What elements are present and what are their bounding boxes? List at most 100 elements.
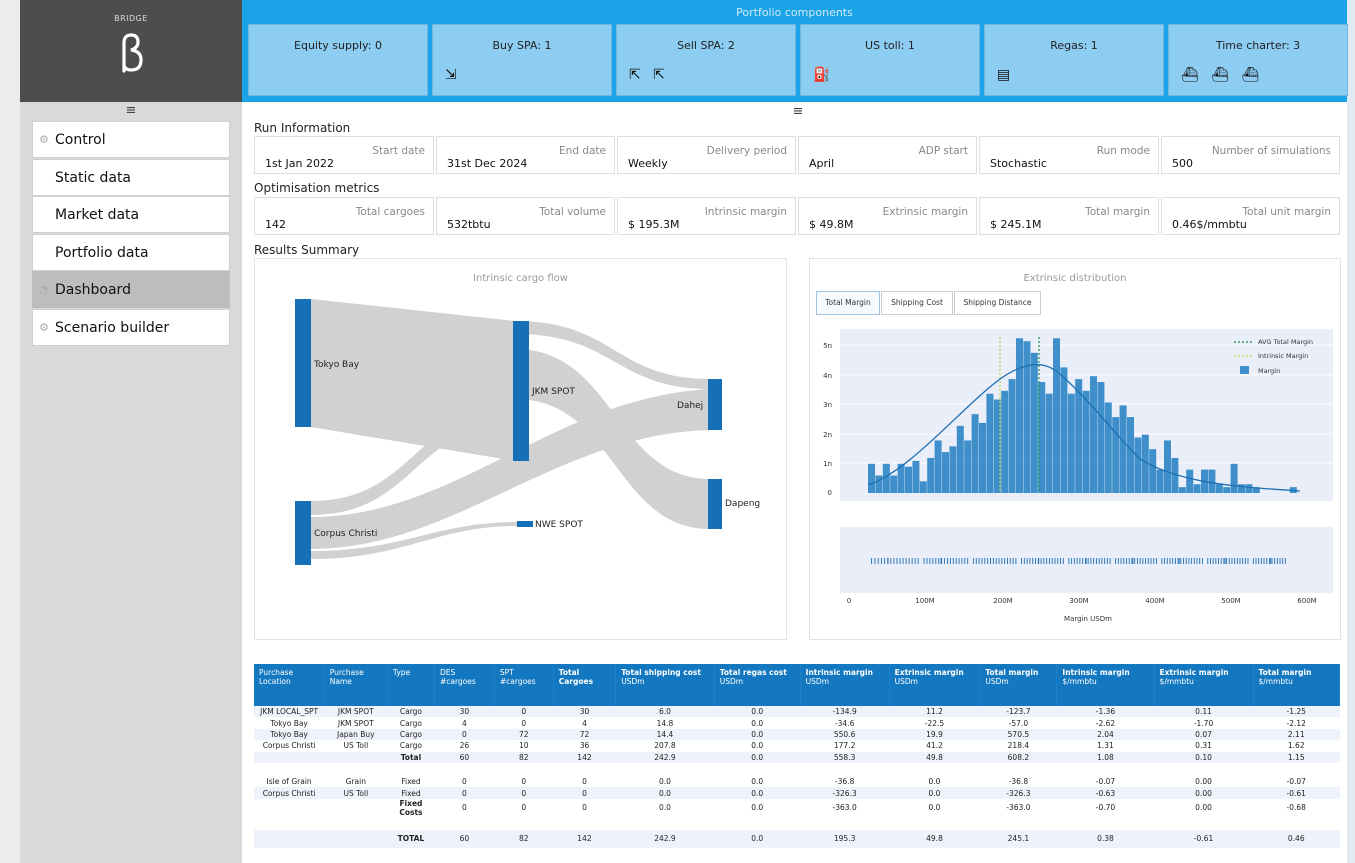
table-cell: -134.9 xyxy=(800,706,890,718)
table-header-cell[interactable]: Type xyxy=(387,664,435,706)
metric-extrinsic-margin: Extrinsic margin $ 49.8M xyxy=(798,197,977,235)
table-cell: 0.00 xyxy=(1154,775,1253,788)
table-header-cell[interactable]: Total shipping cost USDm xyxy=(615,664,715,706)
table-header-cell[interactable]: Purchase Name xyxy=(324,664,388,706)
metric-value: 1st Jan 2022 xyxy=(265,157,334,170)
table-header-cell[interactable]: Extrinsic margin $/mmbtu xyxy=(1154,664,1254,706)
run-info-title: Run Information xyxy=(254,121,351,135)
table-cell: 0 xyxy=(553,787,616,799)
table-cell: Tokyo Bay xyxy=(254,728,325,741)
ytick-label: 5n xyxy=(823,342,832,350)
metric-label: Run mode xyxy=(1096,145,1150,157)
metric-label: Total unit margin xyxy=(1242,206,1331,218)
sankey-label-tokyo-bay: Tokyo Bay xyxy=(313,360,360,370)
table-cell: -36.8 xyxy=(800,775,890,788)
table-cell: Tokyo Bay xyxy=(254,717,325,729)
table-header-cell[interactable]: Total Cargoes xyxy=(553,664,617,706)
table-cell: 0.0 xyxy=(889,787,980,799)
sidebar-item-label: Control xyxy=(55,132,106,148)
opt-metrics-title: Optimisation metrics xyxy=(254,181,380,195)
window-right-strip xyxy=(1347,0,1355,863)
histogram-bar xyxy=(1090,376,1097,493)
table-cell: 4 xyxy=(553,717,616,729)
table-cell: 0 xyxy=(434,787,495,799)
table-header-cell[interactable]: Total regas cost USDm xyxy=(714,664,801,706)
sidebar-item-market-data[interactable]: Market data xyxy=(32,196,230,233)
table-cell: 14.4 xyxy=(615,728,715,741)
table-row: Corpus Christi US Toll Cargo 26 10 36 207.8 0.0… xyxy=(254,740,1340,752)
card-regas[interactable]: Regas: 1 ▤ xyxy=(984,24,1164,96)
metric-total-cargoes: Total cargoes 142 xyxy=(254,197,434,235)
table-cell: -326.3 xyxy=(800,787,890,799)
table-cell xyxy=(324,798,388,817)
table-cell: 41.2 xyxy=(889,740,980,752)
table-cell: 0.07 xyxy=(1154,728,1253,741)
table-header-cell[interactable]: Intrinsic margin USDm xyxy=(800,664,890,706)
metric-label: ADP start xyxy=(918,145,968,157)
sidebar-item-static-data[interactable]: Static data xyxy=(32,159,230,196)
sidebar-item-dashboard[interactable]: ◔ Dashboard xyxy=(32,271,230,308)
table-cell: 0.0 xyxy=(714,775,801,788)
table-cell xyxy=(254,751,325,763)
card-sell-spa[interactable]: Sell SPA: 2 ⇱ ⇱ xyxy=(616,24,796,96)
table-cell: 142 xyxy=(553,751,616,763)
table-header-cell[interactable]: Extrinsic margin USDm xyxy=(889,664,981,706)
table-cell: Grain xyxy=(324,775,388,788)
table-cell: 0.46 xyxy=(1253,829,1340,848)
histogram-bar xyxy=(1045,393,1053,493)
histogram-bar xyxy=(1104,402,1112,493)
table-cell: 0.0 xyxy=(889,775,980,788)
table-cell: 0 xyxy=(494,775,554,788)
sidebar-item-scenario-builder[interactable]: ⚙ Scenario builder xyxy=(32,309,230,346)
card-equity-supply[interactable]: Equity supply: 0 xyxy=(248,24,428,96)
table-header-cell[interactable]: Purchase Location xyxy=(254,664,325,706)
metric-run-mode: Run mode Stochastic xyxy=(979,136,1159,174)
table-cell: -1.70 xyxy=(1154,717,1253,729)
sidebar-item-label: Static data xyxy=(55,170,132,186)
histogram-bar xyxy=(956,425,964,493)
metric-total-unit-margin: Total unit margin 0.46$/mmbtu xyxy=(1161,197,1340,235)
table-header-cell[interactable]: Total margin $/mmbtu xyxy=(1253,664,1340,706)
table-cell: -326.3 xyxy=(979,787,1057,799)
xtick-label: 300M xyxy=(1069,597,1088,605)
card-buy-spa[interactable]: Buy SPA: 1 ⇲ xyxy=(432,24,612,96)
table-header-cell[interactable]: DES #cargoes xyxy=(434,664,495,706)
histogram-bar xyxy=(1053,338,1060,493)
metric-label: Extrinsic margin xyxy=(882,206,968,218)
ytick-label: 2n xyxy=(823,431,832,439)
metric-label: Start date xyxy=(372,145,425,157)
table-cell: 0.0 xyxy=(889,798,980,817)
table-cell: 608.2 xyxy=(979,751,1057,763)
histogram-bar xyxy=(912,460,920,493)
table-cell: -36.8 xyxy=(979,775,1057,788)
main-menu-icon[interactable]: ≡ xyxy=(788,104,808,120)
card-us-toll[interactable]: US toll: 1 ⛽ xyxy=(800,24,980,96)
sankey-node-dapeng xyxy=(708,479,722,529)
table-cell: 207.8 xyxy=(615,740,715,752)
histogram-bar xyxy=(1030,352,1038,493)
bridge-logo-icon xyxy=(122,33,143,73)
table-cell: 0.00 xyxy=(1154,798,1253,817)
table-header-cell[interactable]: Intrinsic margin $/mmbtu xyxy=(1056,664,1155,706)
card-label: Equity supply: 0 xyxy=(294,39,382,52)
card-label: US toll: 1 xyxy=(865,39,915,52)
table-cell: 36 xyxy=(553,740,616,752)
sidebar-menu-icon[interactable]: ≡ xyxy=(20,103,242,119)
table-cell: Japan Buy xyxy=(324,728,388,741)
table-cell: -363.0 xyxy=(979,798,1057,817)
table-row: Isle of Grain Grain Fixed 0 0 0 0.0 0.0 -36.8 0.0… xyxy=(254,775,1340,788)
metric-label: Intrinsic margin xyxy=(704,206,787,218)
card-time-charter[interactable]: Time charter: 3 ⛴ ⛴ ⛴ xyxy=(1168,24,1348,96)
metric-label: Total margin xyxy=(1085,206,1150,218)
sidebar-item-control[interactable]: ⚙ Control xyxy=(32,121,230,158)
table-header-cell[interactable]: SPT #cargoes xyxy=(494,664,554,706)
table-cell: 19.9 xyxy=(889,728,980,741)
sankey-label-dahej: Dahej xyxy=(677,401,703,411)
table-header-cell[interactable]: Total margin USDm xyxy=(979,664,1058,706)
histogram-bar xyxy=(1208,469,1216,493)
sidebar-item-portfolio-data[interactable]: Portfolio data xyxy=(32,234,230,271)
metric-value: Stochastic xyxy=(990,157,1047,170)
histogram-bar xyxy=(1186,469,1194,493)
card-label: Sell SPA: 2 xyxy=(677,39,735,52)
histogram-bar xyxy=(934,440,942,493)
